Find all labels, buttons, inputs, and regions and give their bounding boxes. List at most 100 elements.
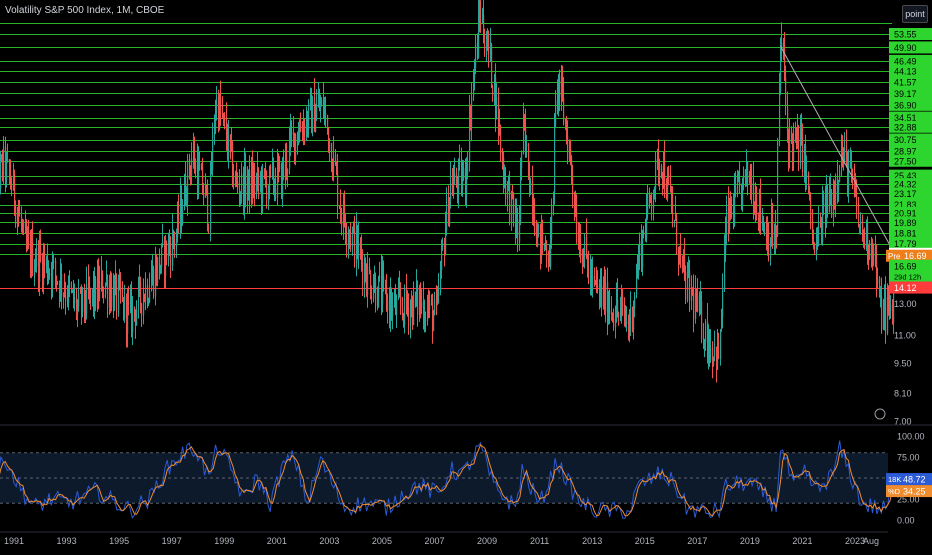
candle-body — [802, 134, 804, 173]
candle-body — [885, 297, 887, 334]
price-tag-label: 18.81 — [894, 228, 917, 238]
candle-body — [82, 287, 84, 312]
candle-body — [325, 112, 327, 116]
candle-body — [739, 178, 741, 187]
candle-body — [630, 306, 632, 332]
candle-body — [191, 158, 193, 176]
candle-body — [844, 147, 846, 162]
candle-body — [572, 178, 574, 196]
candle-body — [772, 219, 774, 247]
candle-body — [316, 106, 318, 119]
price-axis-tick: 7.00 — [894, 417, 912, 427]
candle-body — [212, 132, 214, 171]
candle-body — [680, 247, 682, 256]
candle — [831, 188, 833, 219]
candle-body — [23, 223, 25, 229]
candle-body — [103, 294, 105, 297]
candle-body — [95, 278, 97, 309]
candle-body — [806, 172, 808, 179]
candle-body — [580, 242, 582, 263]
price-tag-label: 36.90 — [894, 100, 917, 110]
candle-body — [429, 300, 431, 310]
candle-body — [459, 164, 461, 166]
candle-body — [275, 187, 277, 198]
candle-body — [860, 221, 862, 225]
candle-body — [676, 216, 678, 253]
key-price-tag-label: 14.12 — [894, 283, 917, 293]
candle-body — [722, 289, 724, 317]
candle-body — [7, 158, 9, 162]
candle-body — [785, 77, 787, 108]
point-button[interactable]: point — [902, 5, 928, 23]
candle-body — [241, 173, 243, 194]
candle-body — [450, 182, 452, 199]
candle — [873, 243, 875, 267]
candle-body — [434, 299, 436, 315]
price-tag-label: 27.50 — [894, 156, 917, 166]
price-tag-label: 30.75 — [894, 135, 917, 145]
candle-body — [488, 36, 490, 55]
candle-body — [563, 97, 565, 124]
candle-body — [300, 127, 302, 132]
candle-body — [567, 135, 569, 160]
candle-body — [421, 301, 423, 309]
candle-body — [454, 172, 456, 184]
candle-body — [371, 297, 373, 299]
candle-body — [584, 237, 586, 258]
candle-body — [492, 87, 494, 97]
candle-body — [513, 193, 515, 215]
candle-body — [107, 280, 109, 308]
candle-body — [145, 284, 147, 302]
candle-body — [162, 241, 164, 245]
rsi-slow-tag-name: %D — [888, 487, 901, 496]
candle-body — [789, 130, 791, 162]
candle-body — [358, 242, 360, 258]
candle-body — [270, 166, 272, 170]
candle-body — [869, 242, 871, 259]
candle-body — [396, 299, 398, 315]
candle-body — [262, 169, 264, 203]
time-axis-tick: 2011 — [530, 536, 549, 546]
candle-body — [526, 143, 528, 148]
time-axis-tick: 2001 — [267, 536, 287, 546]
price-axis-tick: 13.00 — [894, 299, 917, 309]
candle-body — [827, 189, 829, 213]
candle — [491, 42, 493, 88]
candle-body — [367, 266, 369, 296]
candle — [157, 256, 159, 287]
candle-body — [392, 305, 394, 316]
candle-body — [207, 187, 209, 227]
chart-canvas[interactable]: 53.5549.9046.4944.1341.5739.1736.9034.51… — [0, 0, 932, 550]
candle-body — [90, 289, 92, 298]
candle-body — [496, 96, 498, 120]
candle-body — [659, 166, 661, 181]
countdown-label: 29d 12h — [894, 273, 921, 282]
current-price-label: 16.69 — [894, 262, 917, 272]
candle-body — [279, 164, 281, 170]
candle-body — [53, 260, 55, 263]
candle-body — [480, 19, 482, 22]
candle-body — [0, 160, 2, 189]
candle-body — [538, 224, 540, 232]
candle-body — [864, 233, 866, 249]
candle-body — [174, 241, 176, 247]
candle-body — [28, 241, 30, 243]
candle-body — [509, 182, 511, 223]
candle-body — [69, 281, 71, 288]
candle-body — [387, 299, 389, 311]
candle-body — [768, 229, 770, 256]
candle-body — [858, 210, 860, 226]
time-axis-tick: 1993 — [57, 536, 77, 546]
candle-body — [3, 146, 5, 175]
candle-body — [170, 248, 172, 266]
time-axis-tick: 1995 — [109, 536, 129, 546]
price-axis-tick: 8.10 — [894, 389, 912, 399]
candle-body — [161, 244, 163, 267]
candle-body — [601, 285, 603, 307]
time-axis-tick: 2015 — [635, 536, 655, 546]
candle-body — [220, 98, 222, 115]
candle-body — [747, 161, 749, 183]
candle-body — [484, 40, 486, 56]
rsi-fast-tag-name: 18K — [888, 475, 901, 484]
candle-body — [44, 258, 46, 266]
